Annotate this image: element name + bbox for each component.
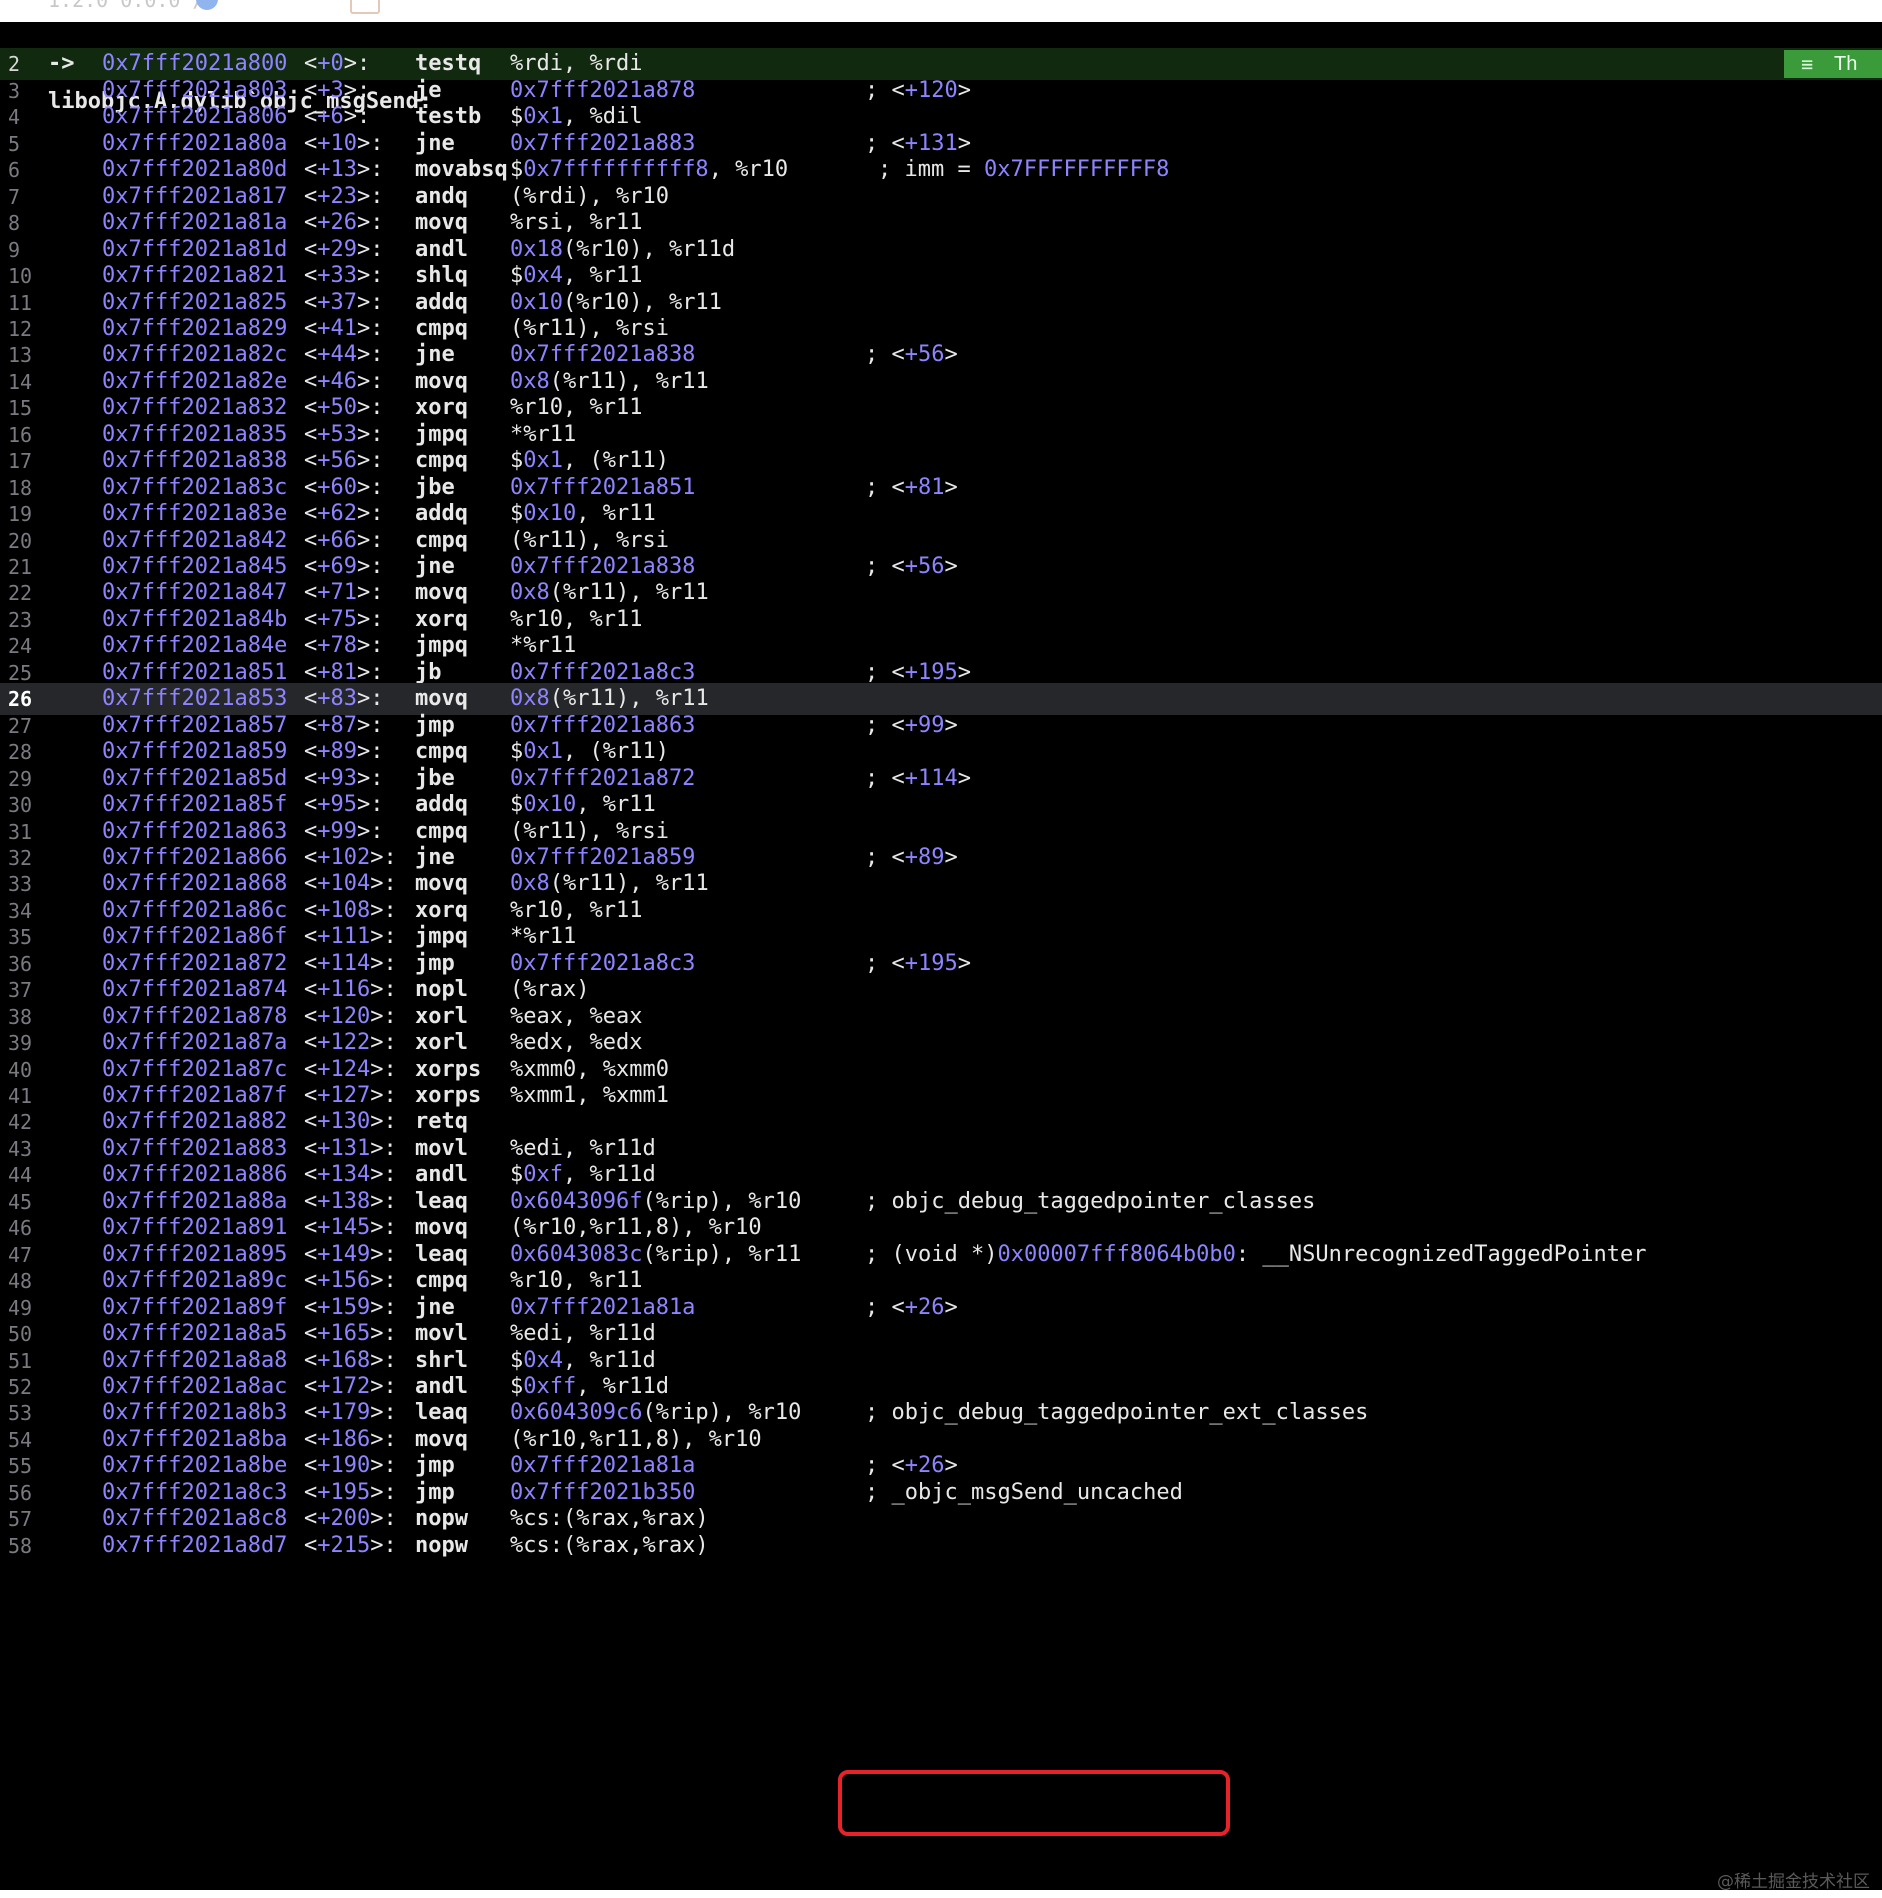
breadcrumb[interactable]: 1.2.0 0.0.0 / [48,0,205,12]
line-number[interactable]: 58 [0,1530,44,1562]
thread-list-icon[interactable]: ≡ [1784,50,1830,78]
instruction-row[interactable]: 58 0x7fff2021a8d7 <+215>: nopw %cs:(%rax,%ra… [0,1530,1882,1562]
disassembly-editor[interactable]: 1 libobjc.A.dylib`objc_msgSend: 2->≡Th0x… [0,22,1882,1890]
annotation-highlight-box [838,1770,1230,1836]
instruction-address: 0x7fff2021a8d7 [102,1533,288,1558]
watermark: @稀土掘金技术社区 [1717,1872,1870,1892]
instruction-operands: %cs:(%rax,%rax) [510,1533,709,1558]
thread-badge[interactable]: Th [1828,50,1882,78]
instruction-offset: <+215>: [304,1533,397,1558]
instruction-mnemonic: nopw [415,1533,468,1558]
bottom-edge [0,1890,1882,1898]
window-top-strip: 1.2.0 0.0.0 / [0,0,1882,22]
file-icon[interactable] [350,0,380,14]
